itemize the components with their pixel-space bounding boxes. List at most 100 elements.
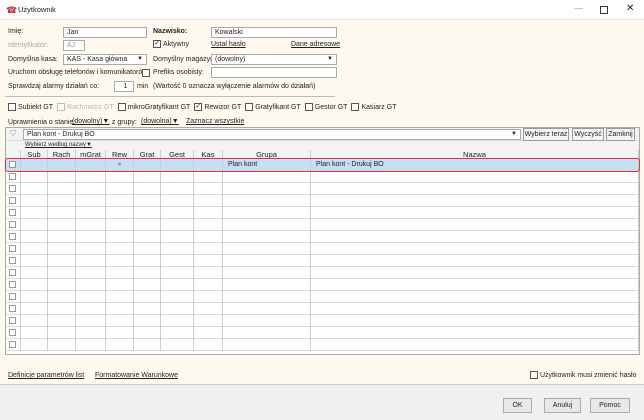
- column-header[interactable]: mGrat: [76, 150, 106, 159]
- minimize-button[interactable]: —: [574, 3, 583, 13]
- row-checkbox[interactable]: [8, 328, 16, 336]
- column-header[interactable]: Gest: [161, 150, 194, 159]
- help-button[interactable]: Pomoc: [590, 398, 630, 413]
- row-checkbox[interactable]: [8, 292, 16, 300]
- row-checkbox[interactable]: [8, 244, 16, 252]
- row-checkbox[interactable]: [8, 316, 16, 324]
- clear-button[interactable]: Wyczyść: [572, 128, 604, 141]
- cell: [194, 315, 223, 327]
- table-row[interactable]: [6, 267, 639, 279]
- cancel-button[interactable]: Anuluj: [544, 398, 581, 413]
- cell: [76, 207, 106, 219]
- state-dropdown[interactable]: (dowolny)▼: [72, 118, 109, 125]
- select-all-link[interactable]: Zaznacz wszystkie: [186, 118, 244, 125]
- active-checkbox[interactable]: ✓ Aktywny: [153, 40, 189, 50]
- window-title: Użytkownik: [18, 5, 56, 14]
- set-password-link[interactable]: Ustal hasło: [211, 41, 246, 48]
- table-row[interactable]: [6, 291, 639, 303]
- table-row[interactable]: [6, 327, 639, 339]
- column-header[interactable]: Rew: [106, 150, 134, 159]
- table-row[interactable]: [6, 243, 639, 255]
- cell: [311, 327, 639, 339]
- table-row[interactable]: [6, 171, 639, 183]
- filter-value: Plan kont - Drukuj BO: [27, 131, 95, 138]
- ok-button[interactable]: OK: [503, 398, 532, 413]
- cell: [311, 267, 639, 279]
- cell: [161, 267, 194, 279]
- group-dropdown[interactable]: (dowolna)▼: [141, 118, 179, 125]
- module-checkbox[interactable]: Gratyfikant GT: [245, 103, 301, 113]
- warehouse-select[interactable]: (dowolny): [211, 54, 337, 65]
- phone-checkbox[interactable]: [142, 69, 150, 77]
- row-checkbox[interactable]: [8, 220, 16, 228]
- table-row[interactable]: [6, 183, 639, 195]
- list-params-link[interactable]: Definicje parametrów list: [8, 372, 84, 379]
- cash-label: Domyślna kasa:: [8, 56, 58, 63]
- alarm-input[interactable]: 1: [114, 81, 134, 92]
- choose-now-button[interactable]: Wybierz teraz: [523, 128, 569, 141]
- table-row[interactable]: [6, 219, 639, 231]
- table-row[interactable]: [6, 279, 639, 291]
- row-checkbox[interactable]: [8, 340, 16, 348]
- table-row[interactable]: [6, 207, 639, 219]
- table-row[interactable]: [6, 195, 639, 207]
- module-checkbox[interactable]: ✓ Rewizor GT: [194, 103, 241, 113]
- row-checkbox[interactable]: [8, 172, 16, 180]
- cell: [311, 339, 639, 351]
- first-name-input[interactable]: Jan: [63, 27, 147, 38]
- table-row[interactable]: [6, 255, 639, 267]
- cell: [161, 219, 194, 231]
- column-header[interactable]: Kas: [194, 150, 223, 159]
- conditional-formatting-link[interactable]: Formatowanie Warunkowe: [95, 372, 178, 379]
- cell: [161, 315, 194, 327]
- row-checkbox[interactable]: [8, 280, 16, 288]
- row-checkbox[interactable]: [8, 208, 16, 216]
- row-checkbox[interactable]: [8, 256, 16, 264]
- module-checkbox[interactable]: Subiekt GT: [8, 103, 53, 113]
- cell: [161, 327, 194, 339]
- cell: [106, 255, 134, 267]
- cell: Plan kont - Drukuj BO: [311, 159, 639, 171]
- table-row[interactable]: [6, 231, 639, 243]
- module-checkbox[interactable]: Rachmistrz GT: [57, 103, 114, 113]
- filter-icon[interactable]: ⛉: [10, 129, 16, 139]
- last-name-input[interactable]: Kowalski: [211, 27, 337, 38]
- module-checkbox[interactable]: Kasiarz GT: [351, 103, 396, 113]
- cash-select[interactable]: KAS - Kasa główna: [63, 54, 147, 65]
- row-checkbox[interactable]: [8, 184, 16, 192]
- module-checkbox[interactable]: mikroGratyfikant GT: [117, 103, 190, 113]
- cell: [311, 207, 639, 219]
- active-label: Aktywny: [163, 41, 190, 48]
- column-header[interactable]: [6, 150, 21, 159]
- filter-combo[interactable]: Plan kont - Drukuj BO: [23, 129, 521, 140]
- address-link[interactable]: Dane adresowe: [291, 41, 340, 48]
- column-header[interactable]: Rach: [48, 150, 76, 159]
- choose-by-name-dropdown[interactable]: Wybierz według nazwy▼: [25, 141, 92, 150]
- column-header[interactable]: Grat: [134, 150, 161, 159]
- row-checkbox-cell: [6, 195, 21, 207]
- prefix-input[interactable]: [211, 67, 337, 78]
- cell: [76, 159, 106, 171]
- cell: [76, 243, 106, 255]
- id-input[interactable]: AJ: [63, 40, 85, 51]
- column-header[interactable]: Grupa: [223, 150, 311, 159]
- row-checkbox[interactable]: [8, 196, 16, 204]
- maximize-button[interactable]: [600, 6, 608, 14]
- must-change-password-checkbox[interactable]: Użytkownik musi zmienić hasło: [530, 371, 636, 381]
- column-header[interactable]: Sub: [21, 150, 48, 159]
- column-header[interactable]: Nazwa: [311, 150, 639, 159]
- row-checkbox[interactable]: [8, 232, 16, 240]
- close-filter-button[interactable]: Zamknij: [606, 128, 635, 141]
- row-checkbox[interactable]: [8, 160, 16, 168]
- row-checkbox[interactable]: [8, 304, 16, 312]
- table-row[interactable]: [6, 315, 639, 327]
- table-row[interactable]: [6, 339, 639, 351]
- cell: [134, 339, 161, 351]
- module-checkbox[interactable]: Gestor GT: [304, 103, 347, 113]
- close-button[interactable]: ✕: [626, 3, 634, 14]
- grid-header: Sub Rach mGrat Rew Grat Gest Kas Grupa Nazwa: [6, 150, 639, 159]
- table-row[interactable]: ● Plan kont Plan kont - Drukuj BO: [5, 158, 640, 172]
- table-row[interactable]: [6, 303, 639, 315]
- row-checkbox[interactable]: [8, 268, 16, 276]
- cell: [161, 171, 194, 183]
